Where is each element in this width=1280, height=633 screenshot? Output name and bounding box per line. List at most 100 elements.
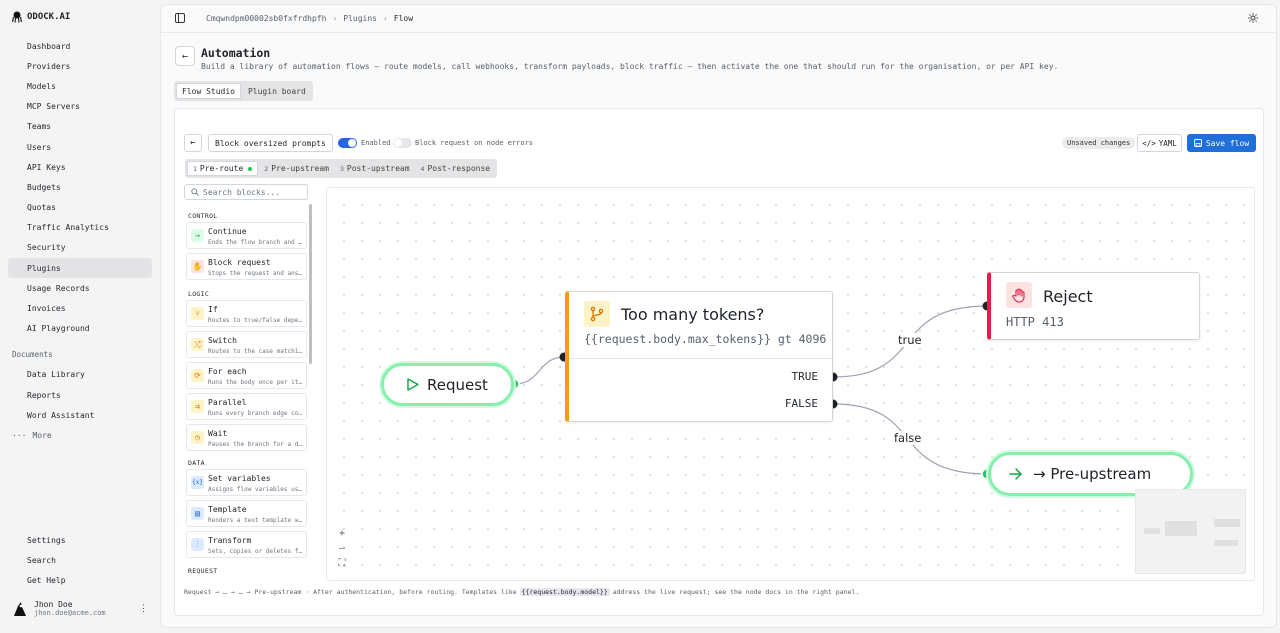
sidebar-item-providers[interactable]: Providers: [8, 56, 152, 76]
flow-canvas[interactable]: true false Request Too many tokens? {{re…: [326, 187, 1255, 581]
block-description: Assigns flow variables used: [208, 486, 305, 493]
fit-view-icon[interactable]: ⛶: [339, 558, 346, 569]
flow-back-button[interactable]: ←: [184, 134, 202, 152]
sidebar-item-budgets[interactable]: Budgets: [8, 177, 152, 197]
sidebar-item-security-label: Security: [27, 243, 66, 253]
block-title: Wait: [208, 429, 228, 438]
sidebar-item-usage-records[interactable]: Usage Records: [8, 278, 152, 298]
node-condition[interactable]: Too many tokens? {{request.body.max_toke…: [565, 291, 833, 422]
sidebar-item-data-library[interactable]: Data Library: [8, 365, 152, 385]
block-description: Routes to true/false depending: [208, 317, 305, 324]
node-reject[interactable]: Reject HTTP 413: [987, 272, 1200, 340]
sidebar-item-traffic-analytics-label: Traffic Analytics: [27, 223, 109, 233]
sidebar-item-settings[interactable]: Settings: [8, 530, 152, 550]
sidebar-item-users[interactable]: Users: [8, 137, 152, 157]
stage-tab-pre-route[interactable]: 1 Pre-route: [187, 161, 259, 176]
sidebar-item-budgets-label: Budgets: [27, 182, 61, 192]
hand-icon: [1006, 282, 1032, 308]
sidebar-item-ai-playground-label: AI Playground: [27, 324, 90, 334]
sidebar-item-plugins[interactable]: Plugins: [8, 258, 152, 279]
sidebar-item-mcp-servers[interactable]: MCP Servers: [8, 97, 152, 117]
block-on-error-toggle[interactable]: [393, 138, 412, 148]
theme-toggle-sun-icon[interactable]: [1248, 13, 1258, 23]
flow-name-input[interactable]: Block oversized prompts: [208, 134, 333, 152]
view-tabs: Flow Studio Plugin board: [174, 81, 313, 101]
block-palette: Search blocks... CONTROL → Continue Ends t…: [184, 184, 312, 582]
stage-label: Post-response: [427, 164, 491, 173]
palette-block-if[interactable]: ⑂ If Routes to true/false depending: [186, 300, 307, 327]
stage-tab-post-response[interactable]: 4 Post-response: [416, 161, 496, 176]
sidebar-item-models[interactable]: Models: [8, 76, 152, 96]
save-flow-button[interactable]: Save flow: [1187, 134, 1256, 152]
minimap[interactable]: [1135, 489, 1246, 574]
sidebar-item-security[interactable]: Security: [8, 238, 152, 258]
breadcrumb-org[interactable]: Cmqwndpm00002sb0fxfrdhpfh: [206, 14, 326, 23]
palette-block-wait[interactable]: ◷ Wait Pauses the branch for a duration: [186, 424, 307, 451]
sidebar-item-invoices-label: Invoices: [27, 304, 66, 314]
brand-name: ODOCK.AI: [27, 12, 71, 22]
sidebar-item-users-label: Users: [27, 142, 52, 152]
sidebar-item-quotas[interactable]: Quotas: [8, 198, 152, 218]
sliders-icon: ⫶: [191, 538, 204, 551]
save-flow-label: Save flow: [1205, 138, 1250, 148]
sidebar-toggle-icon[interactable]: [175, 13, 185, 23]
user-name: Jhon Doe: [34, 600, 73, 609]
sidebar-item-get-help[interactable]: Get Help: [8, 570, 152, 590]
palette-block-continue[interactable]: → Continue Ends the flow branch and contin…: [186, 222, 307, 249]
sidebar-item-data-library-label: Data Library: [27, 370, 85, 380]
condition-title: Too many tokens?: [621, 305, 765, 324]
palette-block-switch[interactable]: ⤮ Switch Routes to the case matching: [186, 331, 307, 358]
sidebar-item-word-assistant[interactable]: Word Assistant: [8, 405, 152, 425]
breadcrumb-plugins[interactable]: Plugins: [343, 14, 377, 23]
stage-label: Post-upstream: [346, 164, 410, 173]
palette-block-transform[interactable]: ⫶ Transform Sets, copies or deletes fields: [186, 531, 307, 558]
sidebar-item-traffic-analytics[interactable]: Traffic Analytics: [8, 218, 152, 238]
sidebar-item-teams[interactable]: Teams: [8, 117, 152, 137]
hint-prefix: Request → … → … → Pre-upstream · After a…: [184, 588, 517, 596]
stage-tab-post-upstream[interactable]: 3 Post-upstream: [335, 161, 415, 176]
avatar: [14, 601, 26, 616]
block-search-placeholder: Search blocks...: [203, 187, 281, 197]
palette-block-for-each[interactable]: ⟳ For each Runs the body once per item: [186, 362, 307, 389]
sidebar-item-invoices[interactable]: Invoices: [8, 298, 152, 318]
palette-block-parallel[interactable]: ⇉ Parallel Runs every branch edge concurre…: [186, 393, 307, 420]
yaml-button[interactable]: </> YAML: [1137, 134, 1182, 152]
branch-icon: ⑂: [191, 307, 204, 320]
zoom-out-icon[interactable]: —: [339, 543, 345, 554]
sidebar-item-reports[interactable]: Reports: [8, 385, 152, 405]
tab-flow-studio[interactable]: Flow Studio: [176, 83, 241, 99]
palette-block-block-request[interactable]: ✋ Block request Stops the request and answ…: [186, 252, 307, 280]
activity-icon: [12, 223, 21, 232]
back-button[interactable]: ←: [175, 46, 195, 66]
tab-plugin-board[interactable]: Plugin board: [243, 83, 311, 99]
doc-icon: [12, 411, 21, 420]
brand[interactable]: ODOCK.AI: [12, 11, 70, 23]
palette-block-template[interactable]: ▤ Template Renders a text template with: [186, 500, 307, 527]
edge-request-to-condition[interactable]: [513, 356, 566, 385]
stage-number: 3: [340, 164, 344, 173]
shuffle-icon: ⤮: [191, 338, 204, 351]
more-vertical-icon[interactable]: ⋮: [139, 604, 148, 614]
block-title: Template: [208, 505, 247, 514]
arrow-right-icon: →: [191, 229, 204, 242]
stage-tab-pre-upstream[interactable]: 2 Pre-upstream: [259, 161, 334, 176]
sidebar-item-api-keys[interactable]: API Keys: [8, 157, 152, 177]
sidebar-item-ai-playground[interactable]: AI Playground: [8, 319, 152, 339]
bottom-nav: Settings Search Get Help: [8, 530, 152, 591]
hint-code: {{request.body.model}}: [519, 588, 610, 596]
sidebar-item-dashboard[interactable]: Dashboard: [8, 36, 152, 56]
node-request[interactable]: Request: [381, 363, 514, 406]
sidebar-item-search[interactable]: Search: [8, 550, 152, 570]
sidebar-item-reports-label: Reports: [27, 390, 61, 400]
palette-block-set-variables[interactable]: {x} Set variables Assigns flow variables u…: [186, 469, 307, 496]
reject-title: Reject: [1043, 287, 1093, 306]
stage-number: 2: [264, 164, 269, 173]
user-menu[interactable]: Jhon Doe jhon.doe@acme.com ⋮: [12, 600, 152, 617]
sidebar-item-more[interactable]: ··· More: [8, 425, 152, 445]
topbar: Cmqwndpm00002sb0fxfrdhpfh › Plugins › Fl…: [161, 5, 1276, 32]
block-search-input[interactable]: Search blocks...: [184, 184, 308, 200]
zoom-in-icon[interactable]: +: [339, 528, 345, 539]
enabled-toggle[interactable]: [338, 138, 357, 148]
stage-label: Pre-upstream: [271, 164, 329, 173]
palette-scrollbar[interactable]: [309, 204, 312, 364]
